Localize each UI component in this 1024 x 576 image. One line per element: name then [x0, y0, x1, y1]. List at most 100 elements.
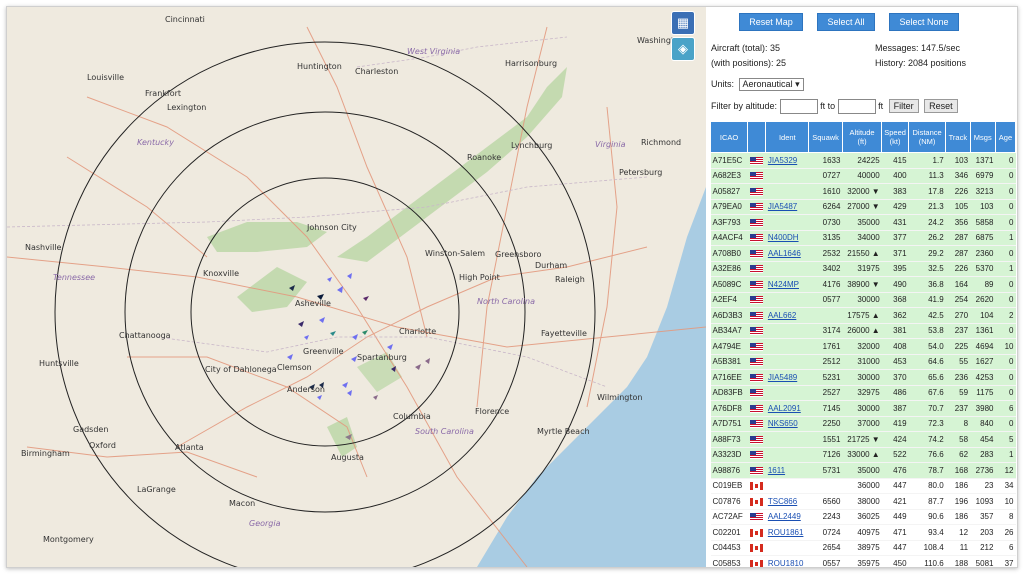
column-header[interactable]: Squawk: [808, 121, 843, 153]
ident-link[interactable]: JIA5329: [768, 156, 797, 165]
table-row[interactable]: A5089C N424MP 4176 38900 ▼ 490 36.8 164 89 0: [710, 276, 1016, 293]
table-row[interactable]: C07876 TSC866 6560 38000 421 87.7 196 1093 10: [710, 493, 1016, 510]
track-cell: 196: [945, 493, 971, 510]
ident-link[interactable]: AAL2449: [768, 512, 801, 521]
column-header[interactable]: Msgs: [969, 121, 996, 153]
table-row[interactable]: A05827 1610 32000 ▼ 383 17.8 226 3213 0: [710, 183, 1016, 200]
table-row[interactable]: AB34A7 3174 26000 ▲ 381 53.8 237 1361 0: [710, 323, 1016, 339]
ident-link[interactable]: TSC866: [768, 497, 797, 506]
us-flag-icon: [749, 435, 763, 444]
icao-cell: C02201: [710, 524, 748, 541]
ident-link[interactable]: 1611: [768, 466, 785, 475]
layers-icon[interactable]: ◈: [671, 37, 695, 61]
squawk-cell: 0727: [808, 168, 843, 184]
ident-link[interactable]: AAL1646: [768, 249, 801, 258]
msgs-cell: 4253: [970, 369, 996, 386]
map-label: Frankfort: [145, 89, 182, 98]
us-flag-icon: [749, 218, 763, 227]
column-header[interactable]: Ident: [765, 121, 810, 153]
table-row[interactable]: A2EF4 0577 30000 368 41.9 254 2620 0: [710, 292, 1016, 308]
table-row[interactable]: AD83FB 2527 32975 486 67.6 59 1175 0: [710, 385, 1016, 401]
track-cell: 186: [945, 509, 971, 525]
canada-flag-icon: [749, 497, 763, 506]
table-row[interactable]: A716EE JIA5489 5231 30000 370 65.6 236 4253 0: [710, 369, 1016, 386]
altitude-cell: 38000: [842, 493, 882, 510]
table-row[interactable]: A5B381 2512 31000 453 64.6 55 1627 0: [710, 354, 1016, 370]
altitude-cell: 35000: [842, 462, 882, 479]
track-cell: 237: [945, 400, 971, 417]
altitude-cell: 24225: [842, 152, 882, 169]
speed-cell: 522: [881, 447, 909, 463]
ident-link[interactable]: N400DH: [768, 233, 799, 242]
column-header[interactable]: Altitude (ft): [841, 121, 883, 153]
map-view[interactable]: Cincinnati Louisville Frankfort Lexingto…: [7, 7, 706, 567]
altitude-max-input[interactable]: [837, 99, 876, 115]
ident-link[interactable]: JIA5487: [768, 202, 797, 211]
ident-cell: ROU1810: [765, 555, 809, 567]
table-row[interactable]: C05853 ROU1810 0557 35975 450 110.6 188 5081 37: [710, 555, 1016, 567]
table-row[interactable]: A6D3B3 AAL662 17575 ▲ 362 42.5 270 104 2: [710, 307, 1016, 324]
table-row[interactable]: A3323D 7126 33000 ▲ 522 76.6 62 283 1: [710, 447, 1016, 463]
column-header[interactable]: Distance (NM): [908, 121, 947, 153]
ident-cell: [765, 183, 809, 200]
table-row[interactable]: A32E86 3402 31975 395 32.5 226 5370 1: [710, 261, 1016, 277]
table-row[interactable]: A7D751 NKS650 2250 37000 419 72.3 8 840 0: [710, 416, 1016, 432]
icao-cell: A88F73: [710, 431, 748, 448]
ident-link[interactable]: ROU1861: [768, 528, 804, 537]
table-row[interactable]: A71E5C JIA5329 1633 24225 415 1.7 103 1371 0: [710, 152, 1016, 169]
table-row[interactable]: A79EA0 JIA5487 6264 27000 ▼ 429 21.3 105 103 0: [710, 199, 1016, 215]
ident-link[interactable]: ROU1810: [768, 559, 804, 567]
distance-cell: 80.0: [908, 478, 946, 494]
altitude-min-input[interactable]: [779, 99, 818, 115]
age-cell: 0: [995, 152, 1016, 169]
reset-filter-button[interactable]: Reset: [924, 99, 958, 113]
column-header[interactable]: Track: [945, 121, 971, 153]
table-row[interactable]: C02201 ROU1861 0724 40975 471 93.4 12 203 26: [710, 524, 1016, 541]
ident-link[interactable]: JIA5489: [768, 373, 797, 382]
flag-cell: [747, 400, 766, 417]
distance-cell: 64.6: [908, 354, 946, 370]
ident-link[interactable]: AAL662: [768, 311, 796, 320]
msgs-cell: 840: [970, 416, 996, 432]
reset-map-button[interactable]: Reset Map: [739, 13, 803, 31]
ident-cell: [765, 338, 809, 355]
select-all-button[interactable]: Select All: [817, 13, 875, 31]
table-row[interactable]: A76DF8 AAL2091 7145 30000 387 70.7 237 3980 6: [710, 400, 1016, 417]
ident-link[interactable]: AAL2091: [768, 404, 801, 413]
units-select[interactable]: Aeronautical ▾: [738, 78, 804, 91]
table-row[interactable]: A4794E 1761 32000 408 54.0 225 4694 10: [710, 338, 1016, 355]
us-flag-icon: [749, 358, 763, 367]
table-row[interactable]: C04453 2654 38975 447 108.4 11 212 6: [710, 540, 1016, 556]
table-row[interactable]: AC72AF AAL2449 2243 36025 449 90.6 186 357 8: [710, 509, 1016, 525]
speed-cell: 476: [881, 462, 909, 479]
table-row[interactable]: A3F793 0730 35000 431 24.2 356 5858 0: [710, 214, 1016, 231]
table-row[interactable]: C019EB 36000 447 80.0 186 23 34: [710, 478, 1016, 494]
column-header[interactable]: [747, 121, 767, 153]
speed-cell: 377: [881, 230, 909, 246]
icao-cell: A716EE: [710, 369, 748, 386]
altitude-cell: 35000: [842, 214, 882, 231]
canada-flag-icon: [749, 559, 763, 567]
flag-cell: [747, 524, 766, 541]
table-row[interactable]: A708B0 AAL1646 2532 21550 ▲ 371 29.2 287 2360 0: [710, 245, 1016, 262]
distance-cell: 11.3: [908, 168, 946, 184]
column-header[interactable]: Age: [994, 121, 1017, 153]
filter-button[interactable]: Filter: [888, 99, 919, 113]
track-cell: 62: [945, 447, 971, 463]
map-label: Fayetteville: [541, 329, 587, 338]
track-cell: 226: [945, 261, 971, 277]
map-label: Anderson: [287, 385, 325, 394]
select-none-button[interactable]: Select None: [889, 13, 959, 31]
track-cell: 254: [945, 292, 971, 308]
table-row[interactable]: A4ACF4 N400DH 3135 34000 377 26.2 287 6875 1: [710, 230, 1016, 246]
icao-cell: A98876: [710, 462, 748, 479]
column-header[interactable]: ICAO: [709, 121, 749, 153]
grid-icon[interactable]: ▦: [671, 11, 695, 35]
table-row[interactable]: A88F73 1551 21725 ▼ 424 74.2 58 454 5: [710, 431, 1016, 448]
ident-link[interactable]: NKS650: [768, 419, 798, 428]
altitude-cell: 40000: [842, 168, 882, 184]
column-header[interactable]: Speed (kt): [881, 121, 910, 153]
ident-link[interactable]: N424MP: [768, 280, 799, 289]
table-row[interactable]: A98876 1611 5731 35000 476 78.7 168 2736 12: [710, 462, 1016, 479]
table-row[interactable]: A682E3 0727 40000 400 11.3 346 6979 0: [710, 168, 1016, 184]
